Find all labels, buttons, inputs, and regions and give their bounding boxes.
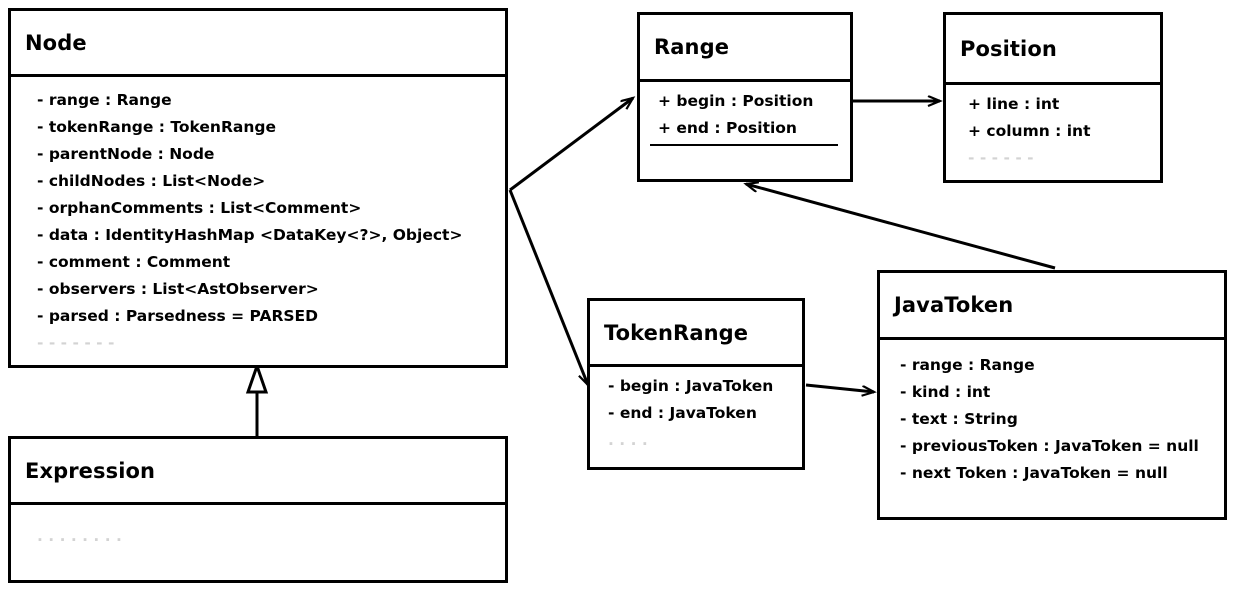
attribute-method-separator: [650, 144, 838, 146]
attribute-row: - range : Range: [37, 91, 172, 109]
attribute-row: - observers : List<AstObserver>: [37, 280, 319, 298]
attribute-row: - orphanComments : List<Comment>: [37, 199, 362, 217]
class-box-expression[interactable]: Expression . . . . . . . .: [8, 436, 508, 583]
class-header-range: Range: [640, 15, 850, 82]
class-header-javatoken: JavaToken: [880, 273, 1224, 340]
attribute-row: - kind : int: [900, 383, 991, 401]
class-attributes-node: - range : Range - tokenRange : TokenRang…: [11, 77, 505, 365]
class-attributes-javatoken: - range : Range - kind : int - text : St…: [880, 340, 1224, 517]
class-name-node: Node: [25, 30, 87, 55]
attribute-row: - range : Range: [900, 356, 1035, 374]
class-box-tokenrange[interactable]: TokenRange - begin : JavaToken - end : J…: [587, 298, 805, 470]
class-attributes-tokenrange: - begin : JavaToken - end : JavaToken . …: [590, 367, 802, 467]
uml-class-diagram: Node - range : Range - tokenRange : Toke…: [0, 0, 1240, 592]
attribute-row: - comment : Comment: [37, 253, 231, 271]
attribute-row: - childNodes : List<Node>: [37, 172, 266, 190]
class-name-expression: Expression: [25, 458, 156, 483]
attribute-row: - end : JavaToken: [608, 404, 757, 422]
attribute-row: - begin : JavaToken: [608, 377, 774, 395]
class-name-position: Position: [960, 36, 1057, 61]
class-header-expression: Expression: [11, 439, 505, 505]
attribute-row: - parentNode : Node: [37, 145, 215, 163]
class-attributes-range: + begin : Position + end : Position: [640, 82, 850, 179]
class-header-node: Node: [11, 11, 505, 77]
attribute-row: + column : int: [968, 122, 1091, 140]
class-attributes-expression: . . . . . . . .: [11, 505, 505, 580]
attribute-row-truncated: . . . .: [608, 431, 648, 449]
class-name-tokenrange: TokenRange: [604, 320, 749, 345]
attribute-row: + line : int: [968, 95, 1060, 113]
class-box-range[interactable]: Range + begin : Position + end : Positio…: [637, 12, 853, 182]
connector-node-tokenrange: [508, 189, 590, 385]
class-header-position: Position: [946, 15, 1160, 85]
class-header-tokenrange: TokenRange: [590, 301, 802, 367]
attribute-row: - next Token : JavaToken = null: [900, 464, 1168, 482]
class-box-javatoken[interactable]: JavaToken - range : Range - kind : int -…: [877, 270, 1227, 520]
class-box-node[interactable]: Node - range : Range - tokenRange : Toke…: [8, 8, 508, 368]
connector-node-range: [509, 98, 633, 192]
attribute-row: - data : IdentityHashMap <DataKey<?>, Ob…: [37, 226, 463, 244]
attribute-row-truncated: . . . . . . . .: [37, 527, 122, 545]
connector-javatoken-range: [746, 184, 1056, 270]
class-name-javatoken: JavaToken: [894, 293, 1014, 317]
class-attributes-position: + line : int + column : int - - - - - -: [946, 85, 1160, 180]
attribute-row: - text : String: [900, 410, 1018, 428]
class-box-position[interactable]: Position + line : int + column : int - -…: [943, 12, 1163, 183]
attribute-row: - parsed : Parsedness = PARSED: [37, 307, 318, 325]
generalization-triangle: [245, 361, 269, 394]
attribute-row: + begin : Position: [658, 92, 814, 110]
attribute-row: + end : Position: [658, 119, 797, 137]
attribute-row-truncated: - - - - - - -: [37, 334, 115, 352]
attribute-row-truncated: - - - - - -: [968, 149, 1034, 167]
class-name-range: Range: [654, 35, 730, 59]
attribute-row: - tokenRange : TokenRange: [37, 118, 276, 136]
attribute-row: - previousToken : JavaToken = null: [900, 437, 1199, 455]
connector-tokenrange-javatoken: [805, 383, 874, 392]
